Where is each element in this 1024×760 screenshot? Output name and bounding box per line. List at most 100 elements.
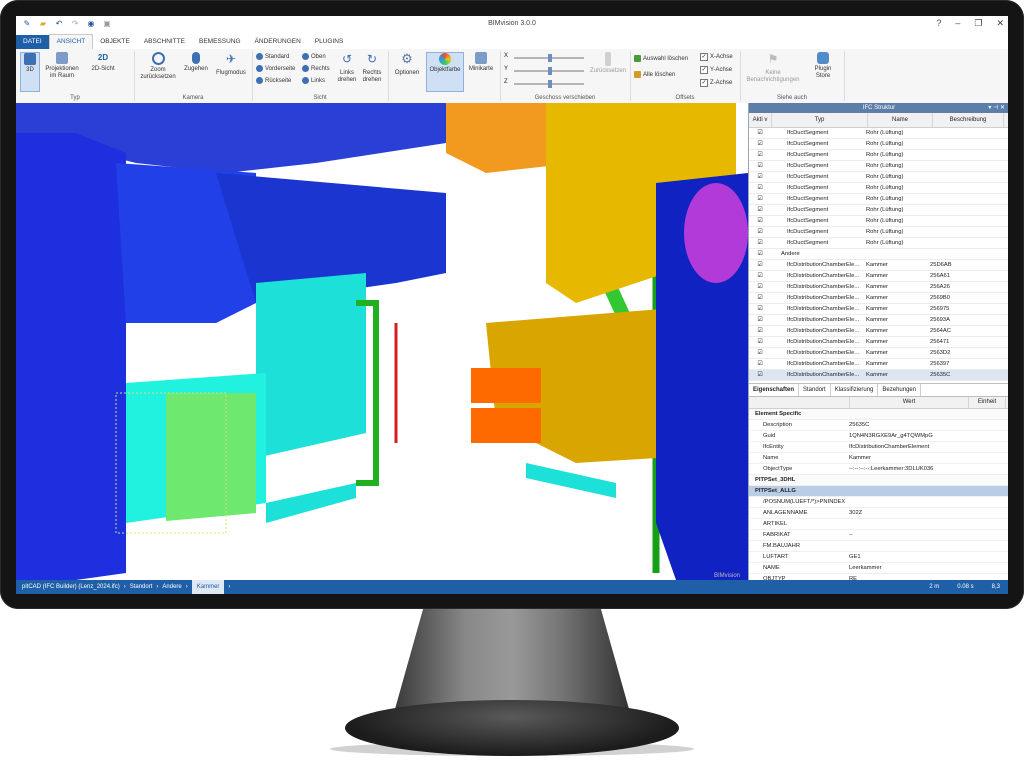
- property-row[interactable]: ARTIKEL: [749, 519, 1008, 530]
- col-beschreibung[interactable]: Beschreibung: [933, 113, 1004, 127]
- 3d-model-render[interactable]: BIMvision: [16, 103, 748, 580]
- auswahl-loeschen-button[interactable]: Auswahl löschen: [634, 55, 688, 62]
- ifc-row[interactable]: ☑ IfcDuctSegment Rohr (Lüftung): [749, 238, 1008, 249]
- visibility-checkbox[interactable]: ☑: [749, 172, 771, 182]
- plugin-store-button[interactable]: Plugin Store: [806, 52, 840, 80]
- col-akti[interactable]: Akti v: [749, 113, 772, 127]
- benachrichtigungen-button[interactable]: ⚑ Keine Benachrichtigungen: [744, 52, 802, 84]
- visibility-checkbox[interactable]: ☑: [749, 161, 771, 171]
- view-right-button[interactable]: Rechts: [302, 65, 330, 72]
- y-achse-check[interactable]: ✓: [700, 66, 708, 74]
- property-row[interactable]: ANLAGENNAME 302Z: [749, 508, 1008, 519]
- z-achse-checkbox[interactable]: ✓ Z-Achse: [700, 79, 732, 87]
- property-row[interactable]: ObjectType --:--:--:--:Leerkammer:3DLUK03…: [749, 464, 1008, 475]
- view-back-button[interactable]: Rückseite: [256, 77, 291, 84]
- view-left-button[interactable]: Links: [302, 77, 325, 84]
- ifc-row[interactable]: ☑ IfcDistributionChamberEle... Kammer 2564A…: [749, 326, 1008, 337]
- ifc-row[interactable]: ☑ IfcDuctSegment Rohr (Lüftung): [749, 172, 1008, 183]
- view-top-button[interactable]: Oben: [302, 53, 326, 60]
- zuruecksetzen-button[interactable]: Zurücksetzen: [588, 52, 628, 75]
- x-slider-thumb[interactable]: [548, 54, 552, 62]
- y-achse-checkbox[interactable]: ✓ Y-Achse: [700, 66, 732, 74]
- visibility-checkbox[interactable]: ☑: [749, 128, 771, 138]
- breadcrumb-kammer[interactable]: Kammer: [191, 580, 225, 594]
- visibility-checkbox[interactable]: ☑: [749, 370, 771, 380]
- tab-aenderungen[interactable]: ÄNDERUNGEN: [248, 35, 308, 49]
- tab-standort[interactable]: Standort: [799, 384, 831, 396]
- tab-bemessung[interactable]: BEMESSUNG: [192, 35, 248, 49]
- property-row[interactable]: PITPSet_3DHL: [749, 475, 1008, 486]
- ifc-row[interactable]: ☑ IfcDuctSegment Rohr (Lüftung): [749, 150, 1008, 161]
- breadcrumb-file[interactable]: pitCAD (IFC Builder) (Lenz_2024.ifc): [22, 580, 120, 594]
- ifc-row[interactable]: ☑ IfcDuctSegment Rohr (Lüftung): [749, 216, 1008, 227]
- maximize-button[interactable]: ❐: [974, 18, 982, 29]
- property-row[interactable]: Description 25635C: [749, 420, 1008, 431]
- sicht-2d-button[interactable]: 2D 2D-Sicht: [86, 52, 120, 73]
- visibility-checkbox[interactable]: ☑: [749, 238, 771, 248]
- col-typ[interactable]: Typ: [772, 113, 868, 127]
- ifc-row[interactable]: ☑ IfcDistributionChamberEle... Kammer 2563D…: [749, 348, 1008, 359]
- property-row[interactable]: PITPSet_ALLG: [749, 486, 1008, 497]
- ifc-row[interactable]: ☑ IfcDuctSegment Rohr (Lüftung): [749, 194, 1008, 205]
- view-3d-button[interactable]: 3D: [20, 52, 40, 92]
- panel-pin-icon[interactable]: ▾ ⊣ ✕: [988, 103, 1005, 113]
- flugmodus-button[interactable]: ✈ Flugmodus: [214, 52, 248, 77]
- visibility-checkbox[interactable]: ☑: [749, 304, 771, 314]
- breadcrumb-andere[interactable]: Andere: [162, 580, 181, 594]
- optionen-button[interactable]: ⚙ Optionen: [392, 52, 422, 77]
- x-achse-check[interactable]: ✓: [700, 53, 708, 61]
- ifc-row[interactable]: ☑ IfcDistributionChamberEle... Kammer 25D6A…: [749, 260, 1008, 271]
- ifc-row[interactable]: ☑ IfcDuctSegment Rohr (Lüftung): [749, 183, 1008, 194]
- ifc-row[interactable]: ☑ IfcDuctSegment Rohr (Lüftung): [749, 128, 1008, 139]
- ifc-row[interactable]: ☑ IfcDuctSegment Rohr (Lüftung): [749, 139, 1008, 150]
- z-slider-thumb[interactable]: [548, 80, 552, 88]
- ifc-row[interactable]: ☑ Andere: [749, 249, 1008, 260]
- visibility-checkbox[interactable]: ☑: [749, 183, 771, 193]
- close-button[interactable]: ✕: [996, 18, 1004, 29]
- visibility-checkbox[interactable]: ☑: [749, 271, 771, 281]
- property-row[interactable]: Guid 1QN4N3RGXE9Ar_g4TQWMpG: [749, 431, 1008, 442]
- y-slider[interactable]: [514, 67, 584, 75]
- ifc-row[interactable]: ☑ IfcDistributionChamberEle... Kammer 25697…: [749, 304, 1008, 315]
- visibility-checkbox[interactable]: ☑: [749, 293, 771, 303]
- x-achse-checkbox[interactable]: ✓ X-Achse: [700, 53, 733, 61]
- alle-loeschen-button[interactable]: Alle löschen: [634, 71, 675, 78]
- minikarte-button[interactable]: Minikarte: [466, 52, 496, 73]
- x-slider[interactable]: [514, 54, 584, 62]
- visibility-checkbox[interactable]: ☑: [749, 205, 771, 215]
- ifc-row[interactable]: ☑ IfcDistributionChamberEle... Kammer 25647…: [749, 337, 1008, 348]
- property-row[interactable]: LUFTART GE1: [749, 552, 1008, 563]
- visibility-checkbox[interactable]: ☑: [749, 326, 771, 336]
- visibility-checkbox[interactable]: ☑: [749, 359, 771, 369]
- visibility-checkbox[interactable]: ☑: [749, 216, 771, 226]
- property-row[interactable]: /POSNUM(LUEFT/*)>PNINDEX: [749, 497, 1008, 508]
- tab-datei[interactable]: DATEI: [16, 35, 49, 49]
- zoom-reset-button[interactable]: Zoom zurücksetzen: [138, 52, 178, 81]
- view-front-button[interactable]: Vorderseite: [256, 65, 295, 72]
- view-standard-button[interactable]: Standard: [256, 53, 289, 60]
- ifc-row[interactable]: ☑ IfcDuctSegment Rohr (Lüftung): [749, 161, 1008, 172]
- col-name[interactable]: Name: [868, 113, 933, 127]
- tab-objekte[interactable]: OBJEKTE: [93, 35, 137, 49]
- property-row[interactable]: FM.BAUJAHR: [749, 541, 1008, 552]
- minimize-button[interactable]: –: [955, 18, 960, 29]
- visibility-checkbox[interactable]: ☑: [749, 139, 771, 149]
- visibility-checkbox[interactable]: ☑: [749, 227, 771, 237]
- ifc-row[interactable]: ☑ IfcDistributionChamberEle... Kammer 256A2…: [749, 282, 1008, 293]
- z-achse-check[interactable]: ✓: [700, 79, 708, 87]
- property-row[interactable]: NAME Leerkammer: [749, 563, 1008, 574]
- property-row[interactable]: FABRIKAT --: [749, 530, 1008, 541]
- tab-beziehungen[interactable]: Bezehungen: [878, 384, 922, 396]
- ifc-row[interactable]: ☑ IfcDistributionChamberEle... Kammer 2569B…: [749, 293, 1008, 304]
- visibility-checkbox[interactable]: ☑: [749, 315, 771, 325]
- tab-eigenschaften[interactable]: Eigenschaften: [749, 384, 800, 396]
- visibility-checkbox[interactable]: ☑: [749, 260, 771, 270]
- y-slider-thumb[interactable]: [548, 67, 552, 75]
- ifc-row[interactable]: ☑ IfcDistributionChamberEle... Kammer 25635…: [749, 370, 1008, 381]
- tab-ansicht[interactable]: ANSICHT: [48, 34, 94, 49]
- z-slider[interactable]: [514, 80, 584, 88]
- tab-plugins[interactable]: PLUGINS: [308, 35, 351, 49]
- property-row[interactable]: IfcEntity IfcDistributionChamberElement: [749, 442, 1008, 453]
- ifc-row[interactable]: ☑ IfcDuctSegment Rohr (Lüftung): [749, 227, 1008, 238]
- property-row[interactable]: Element Specific: [749, 409, 1008, 420]
